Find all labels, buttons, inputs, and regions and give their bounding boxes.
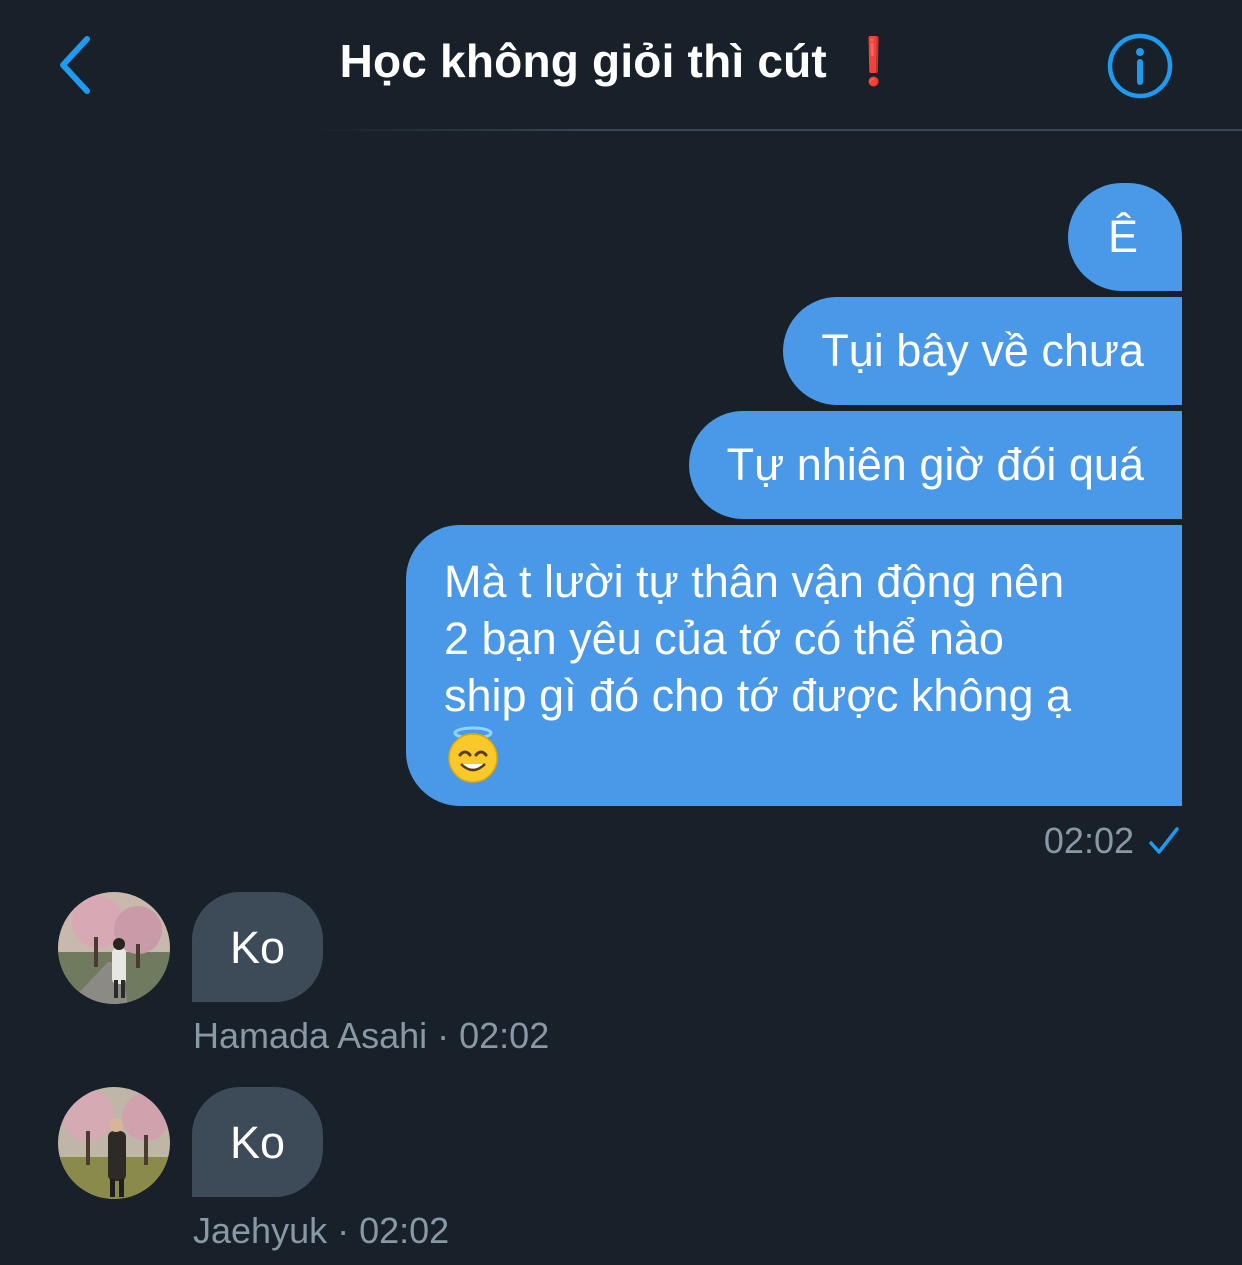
message-text-line: ship gì đó cho tớ được không ạ bbox=[444, 670, 1072, 721]
message-text: Ko bbox=[230, 1117, 286, 1168]
header-divider bbox=[310, 129, 1242, 131]
avatar[interactable] bbox=[58, 1087, 170, 1199]
outgoing-message[interactable]: Tự nhiên giờ đói quá bbox=[688, 411, 1182, 519]
sent-time: 02:02 bbox=[1043, 820, 1134, 861]
sender-name-time: Jaehyuk · 02:02 bbox=[193, 1210, 450, 1251]
chat-screen: Học không giỏi thì cút ❗ Ê Tụi bây về chư… bbox=[0, 0, 1242, 1265]
outgoing-message[interactable]: Mà t lười tự thân vận động nên 2 bạn yêu… bbox=[406, 525, 1182, 806]
sender-name-time: Hamada Asahi · 02:02 bbox=[193, 1015, 550, 1056]
conversation-header: Học không giỏi thì cút ❗ bbox=[0, 0, 1242, 132]
message-text: Tụi bây về chưa bbox=[821, 325, 1144, 376]
incoming-message[interactable]: Ko bbox=[192, 1087, 323, 1197]
checkmark-icon bbox=[1149, 827, 1179, 854]
message-text: Ê bbox=[1107, 211, 1138, 262]
exclamation-emoji: ❗ bbox=[844, 35, 903, 87]
smiling-face-with-halo-icon bbox=[444, 726, 502, 784]
group-name: Học không giỏi thì cút bbox=[339, 35, 827, 87]
outgoing-message[interactable]: Tụi bây về chưa bbox=[783, 297, 1182, 405]
message-status: 02:02 bbox=[1044, 820, 1180, 862]
sender-meta: Hamada Asahi · 02:02 bbox=[193, 1015, 549, 1057]
conversation-title[interactable]: Học không giỏi thì cút ❗ bbox=[0, 34, 1242, 89]
info-button[interactable] bbox=[1104, 30, 1176, 102]
message-text-line: Mà t lười tự thân vận động nên bbox=[444, 556, 1065, 607]
outgoing-message[interactable]: Ê bbox=[1067, 183, 1182, 291]
avatar[interactable] bbox=[58, 892, 170, 1004]
info-icon bbox=[1107, 33, 1173, 99]
message-text: Tự nhiên giờ đói quá bbox=[726, 439, 1144, 490]
sender-meta: Jaehyuk · 02:02 bbox=[193, 1210, 449, 1252]
message-text: Ko bbox=[230, 922, 286, 973]
incoming-message[interactable]: Ko bbox=[192, 892, 323, 1002]
message-text-line: 2 bạn yêu của tớ có thể nào bbox=[444, 613, 1004, 664]
